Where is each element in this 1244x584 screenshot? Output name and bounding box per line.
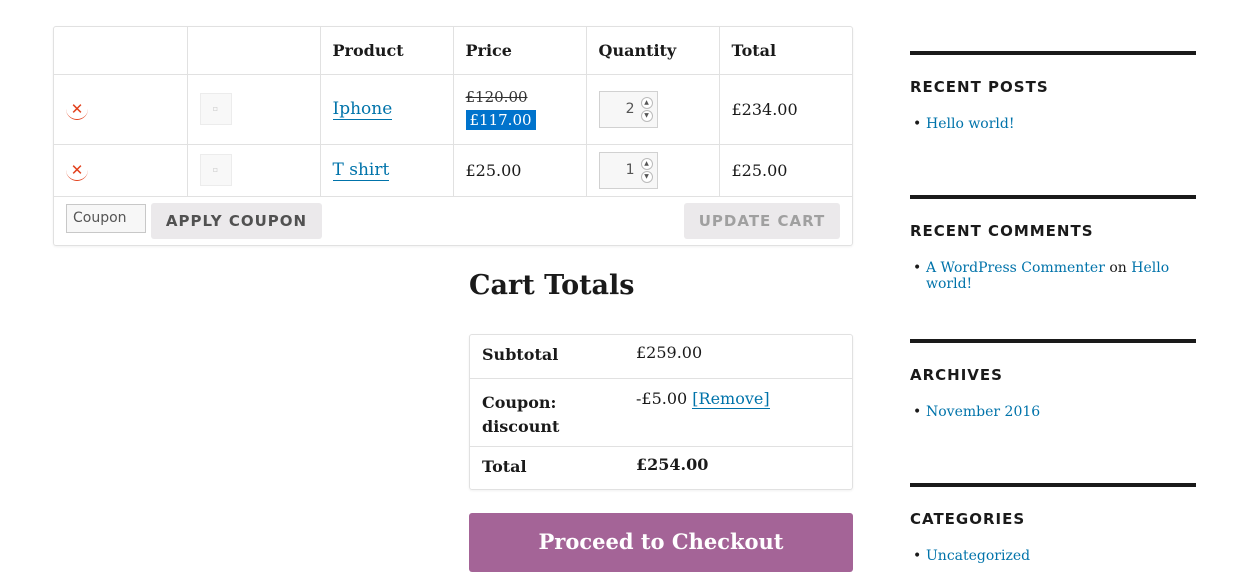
product-link[interactable]: T shirt <box>332 160 390 181</box>
cart-totals-title: Cart Totals <box>469 270 635 301</box>
quantity-down-icon[interactable]: ▼ <box>640 170 653 183</box>
remove-coupon-link[interactable]: [Remove] <box>692 388 770 409</box>
order-total-row: Total £254.00 <box>470 446 852 489</box>
coupon-value: -£5.00 <box>636 388 693 408</box>
quantity-up-icon[interactable]: ▲ <box>640 96 653 109</box>
total-label: Total <box>482 456 527 476</box>
line-total: £234.00 <box>719 74 852 145</box>
widget-title: Categories <box>910 510 1026 528</box>
quantity-down-icon[interactable]: ▼ <box>640 109 653 122</box>
recent-comments-widget: Recent Comments A WordPress Commenter on… <box>910 195 1196 292</box>
subtotal-value: £259.00 <box>624 335 852 379</box>
remove-item-icon[interactable]: ✕ <box>66 98 88 120</box>
quantity-value[interactable]: 2 <box>626 101 635 117</box>
update-cart-button[interactable]: Update Cart <box>684 203 840 239</box>
product-thumbnail[interactable]: ▫ <box>199 93 232 125</box>
header-product: Product <box>320 27 454 75</box>
sale-price: £117.00 <box>465 110 536 130</box>
quantity-stepper[interactable]: 2 ▲ ▼ <box>598 90 658 128</box>
cart-row: ✕ ▫ Iphone £120.00 £117.00 2 ▲ ▼ £234.00 <box>54 74 852 145</box>
cart-header-row: Product Price Quantity Total <box>54 27 852 75</box>
proceed-to-checkout-button[interactable]: Proceed to Checkout <box>469 513 853 572</box>
header-total: Total <box>719 27 852 75</box>
cart-totals-table: Subtotal £259.00 Coupon: discount -£5.00… <box>469 334 853 490</box>
quantity-value[interactable]: 1 <box>626 162 635 178</box>
price: £25.00 <box>453 144 587 197</box>
list-item: Uncategorized <box>910 548 1196 564</box>
quantity-stepper[interactable]: 1 ▲ ▼ <box>598 151 658 189</box>
product-link[interactable]: Iphone <box>332 99 393 120</box>
category-link[interactable]: Uncategorized <box>926 548 1030 564</box>
coupon-code-input[interactable]: Coupon <box>66 204 146 233</box>
cart-row: ✕ ▫ T shirt £25.00 1 ▲ ▼ £25.00 <box>54 144 852 197</box>
coupon-row: Coupon: discount -£5.00 [Remove] <box>470 378 852 447</box>
categories-widget: Categories Uncategorized <box>910 483 1196 564</box>
quantity-up-icon[interactable]: ▲ <box>640 157 653 170</box>
header-thumbnail <box>187 27 321 75</box>
cart-table: Product Price Quantity Total ✕ ▫ Iphone … <box>53 26 853 246</box>
regular-price: £120.00 <box>465 88 528 106</box>
line-total: £25.00 <box>719 144 852 197</box>
subtotal-row: Subtotal £259.00 <box>470 335 852 379</box>
list-item: Hello world! <box>910 116 1196 132</box>
remove-item-icon[interactable]: ✕ <box>66 159 88 181</box>
product-thumbnail[interactable]: ▫ <box>199 154 232 186</box>
post-link[interactable]: Hello world! <box>926 116 1015 132</box>
header-remove <box>54 27 188 75</box>
widget-title: Archives <box>910 366 1003 384</box>
list-item: November 2016 <box>910 404 1196 420</box>
apply-coupon-button[interactable]: Apply Coupon <box>151 203 322 239</box>
header-price: Price <box>453 27 587 75</box>
cart-actions: Coupon Apply Coupon Update Cart <box>54 197 852 246</box>
subtotal-label: Subtotal <box>470 335 624 379</box>
comment-author-link[interactable]: A WordPress Commenter <box>926 260 1105 276</box>
widget-title: Recent Comments <box>910 222 1094 240</box>
coupon-label: Coupon: discount <box>470 378 624 447</box>
widget-title: Recent Posts <box>910 78 1049 96</box>
archives-widget: Archives November 2016 <box>910 339 1196 420</box>
list-item: A WordPress Commenter on Hello world! <box>910 260 1196 292</box>
header-quantity: Quantity <box>586 27 720 75</box>
recent-posts-widget: Recent Posts Hello world! <box>910 51 1196 132</box>
archive-link[interactable]: November 2016 <box>926 404 1040 420</box>
total-value: £254.00 <box>636 454 709 474</box>
comment-on-text: on <box>1109 260 1132 276</box>
